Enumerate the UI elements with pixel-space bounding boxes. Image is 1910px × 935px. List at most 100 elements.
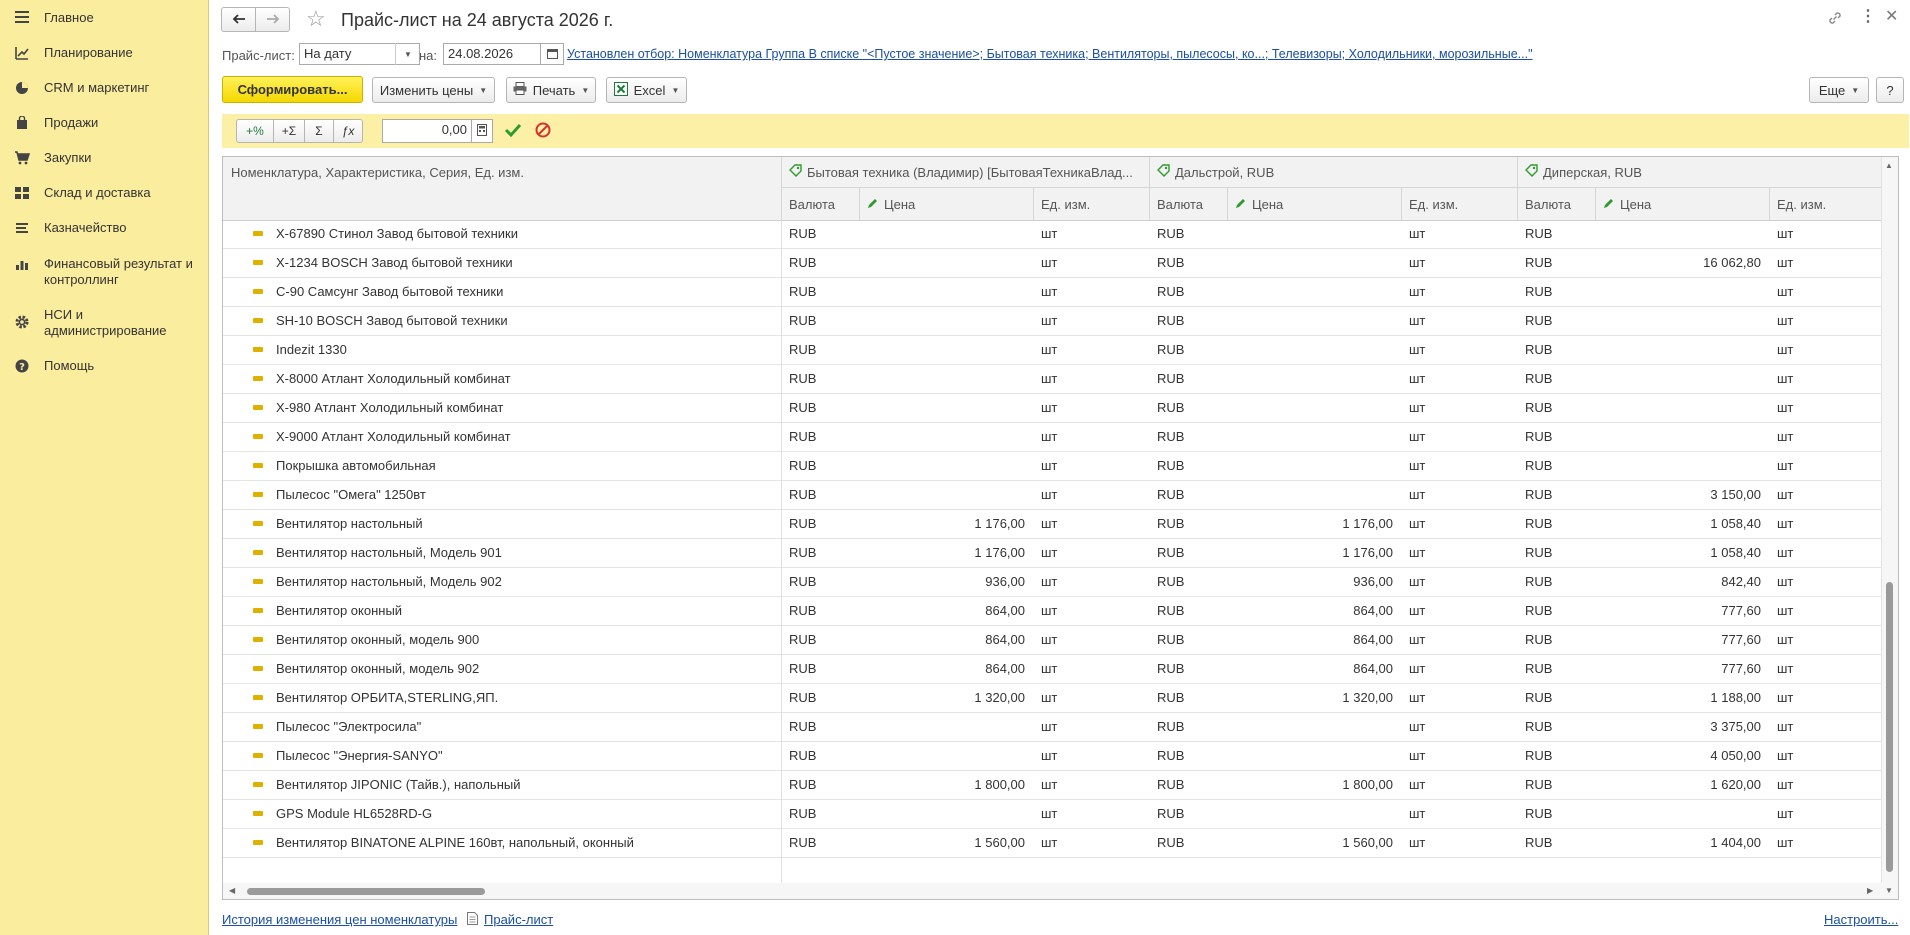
percent-button[interactable]: +% bbox=[236, 119, 274, 143]
table-row[interactable]: X-8000 Атлант Холодильный комбинат RUB шт R… bbox=[223, 365, 1882, 394]
table-row[interactable]: X-9000 Атлант Холодильный комбинат RUB шт R… bbox=[223, 423, 1882, 452]
scroll-down-icon[interactable]: ▼ bbox=[1885, 886, 1893, 895]
cell-unit: шт bbox=[1409, 574, 1426, 589]
cell-unit: шт bbox=[1409, 603, 1426, 618]
cell-unit: шт bbox=[1041, 748, 1058, 763]
forward-button[interactable] bbox=[255, 7, 290, 32]
table-row[interactable]: Вентилятор оконный, модель 900 RUB 864,00 ш… bbox=[223, 626, 1882, 655]
table-row[interactable]: Вентилятор настольный, Модель 901 RUB 1 17… bbox=[223, 539, 1882, 568]
cancel-icon[interactable] bbox=[535, 122, 551, 141]
sidebar-item-sales[interactable]: Продажи bbox=[0, 115, 209, 131]
calendar-button[interactable] bbox=[541, 43, 564, 65]
pricelist-dropdown-button[interactable]: ▼ bbox=[395, 43, 420, 65]
sidebar-item-financial-result[interactable]: Финансовый результат и контроллинг bbox=[0, 256, 209, 288]
favorite-star-icon[interactable]: ☆ bbox=[306, 8, 326, 30]
back-button[interactable] bbox=[221, 7, 256, 32]
cell-currency: RUB bbox=[1157, 313, 1185, 328]
formula-button[interactable]: ƒx bbox=[333, 119, 363, 143]
table-row[interactable]: X-980 Атлант Холодильный комбинат RUB шт RU… bbox=[223, 394, 1882, 423]
sum-button[interactable]: Σ bbox=[304, 119, 334, 143]
table-row[interactable]: SH-10 BOSCH Завод бытовой техники RUB шт RU… bbox=[223, 307, 1882, 336]
subheader-currency[interactable]: Валюта bbox=[781, 188, 859, 220]
table-row[interactable]: Пылесос "Энергия-SANYO" RUB шт RUB шт RUB 4 05… bbox=[223, 742, 1882, 771]
table-row[interactable]: Вентилятор ОРБИТА,STERLING,ЯП. RUB 1 320,0… bbox=[223, 684, 1882, 713]
cell-price: 936,00 bbox=[1353, 574, 1393, 589]
scroll-right-icon[interactable]: ▶ bbox=[1867, 886, 1873, 895]
price-table[interactable]: Номенклатура, Характеристика, Серия, Ед.… bbox=[222, 156, 1899, 900]
cell-unit: шт bbox=[1777, 690, 1794, 705]
cell-name: Вентилятор настольный bbox=[276, 516, 423, 531]
sidebar-item-admin[interactable]: НСИ и администрирование bbox=[0, 307, 209, 339]
cell-currency: RUB bbox=[1525, 516, 1553, 531]
subheader-unit[interactable]: Ед. изм. bbox=[1401, 188, 1517, 220]
help-button[interactable]: ? bbox=[1876, 77, 1904, 103]
table-row[interactable]: Пылесос "Электросила" RUB шт RUB шт RUB 3 375,… bbox=[223, 713, 1882, 742]
table-row[interactable]: C-90 Самсунг Завод бытовой техники RUB шт R… bbox=[223, 278, 1882, 307]
sidebar-item-warehouse[interactable]: Склад и доставка bbox=[0, 185, 209, 201]
table-row[interactable]: Indezit 1330 RUB шт RUB шт RUB шт bbox=[223, 336, 1882, 365]
horizontal-scrollbar[interactable]: ◀ ▶ bbox=[223, 883, 1882, 899]
table-row[interactable]: X-67890 Стинол Завод бытовой техники RUB ш… bbox=[223, 220, 1882, 249]
table-row[interactable]: Пылесос "Омега" 1250вт RUB шт RUB шт RUB 3 150… bbox=[223, 481, 1882, 510]
more-button[interactable]: Еще ▼ bbox=[1809, 77, 1869, 103]
generate-button[interactable]: Сформировать... bbox=[222, 76, 363, 103]
pencil-icon bbox=[1235, 197, 1247, 212]
subheader-price[interactable]: Цена bbox=[1227, 188, 1401, 220]
cell-price bbox=[1227, 481, 1393, 509]
sidebar-item-label: Планирование bbox=[44, 45, 133, 60]
table-row[interactable]: Вентилятор оконный, модель 902 RUB 864,00 ш… bbox=[223, 655, 1882, 684]
close-icon[interactable]: ✕ bbox=[1885, 9, 1898, 25]
sidebar-item-treasury[interactable]: Казначейство bbox=[0, 220, 209, 236]
subheader-unit[interactable]: Ед. изм. bbox=[1769, 188, 1882, 220]
table-row[interactable]: X-1234 BOSCH Завод бытовой техники RUB шт R… bbox=[223, 249, 1882, 278]
excel-button[interactable]: Excel ▼ bbox=[606, 77, 687, 103]
sidebar-item-purchases[interactable]: Закупки bbox=[0, 150, 209, 166]
date-field[interactable]: 24.08.2026 bbox=[443, 43, 541, 65]
vertical-scroll-thumb[interactable] bbox=[1886, 582, 1893, 872]
subheader-price[interactable]: Цена bbox=[859, 188, 1033, 220]
link-icon[interactable] bbox=[1827, 10, 1843, 29]
subheader-currency[interactable]: Валюта bbox=[1149, 188, 1227, 220]
scroll-up-icon[interactable]: ▲ bbox=[1885, 161, 1893, 170]
column-header-name[interactable]: Номенклатура, Характеристика, Серия, Ед.… bbox=[223, 157, 781, 187]
subheader-unit[interactable]: Ед. изм. bbox=[1033, 188, 1149, 220]
vertical-scrollbar[interactable]: ▲ ▼ bbox=[1881, 157, 1898, 899]
column-group-3[interactable]: Диперская, RUB bbox=[1517, 157, 1882, 187]
table-row[interactable]: GPS Module HL6528RD-G RUB шт RUB шт RUB шт bbox=[223, 800, 1882, 829]
table-row[interactable]: Вентилятор JIPONIC (Тайв.), напольный RUB… bbox=[223, 771, 1882, 800]
cell-price: 864,00 bbox=[985, 632, 1025, 647]
table-row[interactable]: Вентилятор оконный RUB 864,00 шт RUB 864,00 шт… bbox=[223, 597, 1882, 626]
table-row[interactable]: Вентилятор настольный, Модель 902 RUB 936,… bbox=[223, 568, 1882, 597]
price-history-link[interactable]: История изменения цен номенклатуры bbox=[222, 912, 457, 927]
column-group-2[interactable]: Дальстрой, RUB bbox=[1149, 157, 1517, 187]
sidebar-item-main[interactable]: Главное bbox=[0, 10, 209, 26]
pricelist-link[interactable]: Прайс-лист bbox=[484, 912, 553, 927]
confirm-check-icon[interactable] bbox=[504, 122, 522, 141]
table-row[interactable]: Вентилятор настольный RUB 1 176,00 шт RUB 1 1… bbox=[223, 510, 1882, 539]
add-sum-button[interactable]: +Σ bbox=[273, 119, 305, 143]
cell-unit: шт bbox=[1777, 719, 1794, 734]
calculator-button[interactable] bbox=[472, 119, 493, 143]
subheader-currency[interactable]: Валюта bbox=[1517, 188, 1595, 220]
price-type-icon bbox=[1525, 164, 1538, 180]
value-input[interactable]: 0,00 bbox=[382, 119, 472, 143]
sidebar-item-planning[interactable]: Планирование bbox=[0, 45, 209, 61]
print-button[interactable]: Печать ▼ bbox=[506, 77, 596, 103]
column-group-1[interactable]: Бытовая техника (Владимир) [БытоваяТехни… bbox=[781, 157, 1149, 187]
more-actions-icon[interactable]: ⋮ bbox=[1860, 9, 1876, 25]
sidebar-item-crm[interactable]: CRM и маркетинг bbox=[0, 80, 209, 96]
sidebar-item-help[interactable]: ? Помощь bbox=[0, 358, 209, 374]
change-prices-button[interactable]: Изменить цены ▼ bbox=[372, 77, 495, 103]
table-row[interactable]: Вентилятор BINATONE ALPINE 160вт, наполь… bbox=[223, 829, 1882, 858]
table-row[interactable]: Покрышка автомобильная RUB шт RUB шт RUB шт bbox=[223, 452, 1882, 481]
cell-unit: шт bbox=[1409, 371, 1426, 386]
subheader-price[interactable]: Цена bbox=[1595, 188, 1769, 220]
settings-link[interactable]: Настроить... bbox=[1824, 912, 1898, 927]
selection-filter-link[interactable]: Установлен отбор: Номенклатура Группа В … bbox=[567, 47, 1533, 61]
scroll-left-icon[interactable]: ◀ bbox=[229, 886, 235, 895]
cell-currency: RUB bbox=[789, 719, 817, 734]
cell-unit: шт bbox=[1777, 313, 1794, 328]
horizontal-scroll-thumb[interactable] bbox=[247, 888, 485, 895]
cell-price: 1 560,00 bbox=[974, 835, 1025, 850]
cell-unit: шт bbox=[1777, 226, 1794, 241]
